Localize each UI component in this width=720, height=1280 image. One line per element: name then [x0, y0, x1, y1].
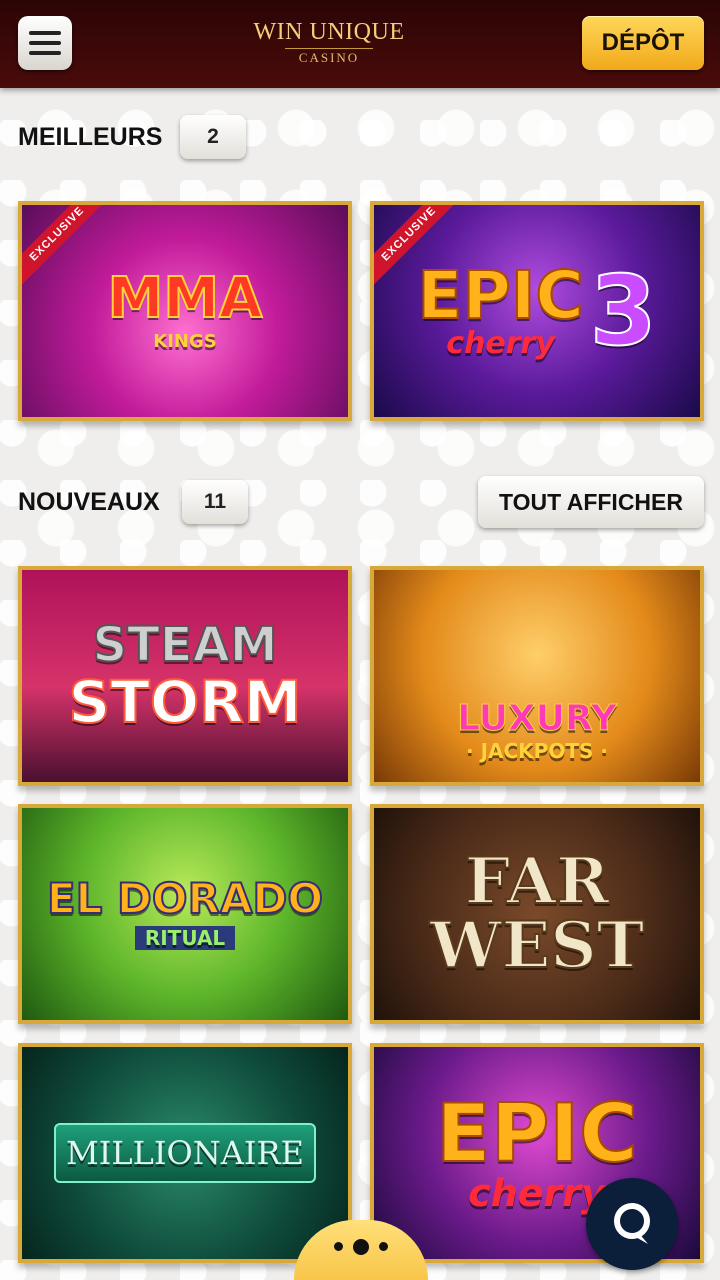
- game-title: EPIC: [416, 257, 584, 334]
- game-subtitle: KINGS: [153, 331, 217, 352]
- game-subtitle: STORM: [67, 668, 302, 736]
- menu-button[interactable]: [18, 16, 72, 70]
- game-title: FAR: [464, 844, 611, 919]
- game-tile-luxury-jackpots[interactable]: LUXURY · JACKPOTS ·: [370, 566, 704, 786]
- view-all-button[interactable]: TOUT AFFICHER: [478, 476, 704, 528]
- game-title: STEAM: [91, 617, 278, 673]
- game-title: LUXURY: [457, 698, 618, 739]
- game-title: EPIC: [435, 1087, 639, 1180]
- game-title: MMA: [107, 266, 264, 331]
- chat-button[interactable]: [586, 1178, 678, 1270]
- dot-icon: [334, 1242, 343, 1251]
- dot-icon: [353, 1239, 369, 1255]
- game-subtitle: RITUAL: [134, 926, 236, 950]
- site-logo[interactable]: WIN UNIQUE CASINO: [244, 16, 414, 72]
- hamburger-icon: [29, 31, 61, 35]
- game-subtitle: · JACKPOTS ·: [466, 739, 608, 763]
- top-header: WIN UNIQUE CASINO DÉPÔT: [0, 0, 720, 88]
- dot-icon: [379, 1242, 388, 1251]
- game-subtitle: WEST: [429, 908, 645, 983]
- game-tile-steam-storm[interactable]: STEAM STORM: [18, 566, 352, 786]
- deposit-button[interactable]: DÉPÔT: [582, 16, 704, 70]
- game-tile-epic-cherry-3[interactable]: EXCLUSIVE EPIC cherry 3: [370, 201, 704, 421]
- logo-subtext: CASINO: [284, 48, 374, 67]
- section-title-new: NOUVEAUX: [18, 488, 160, 516]
- exclusive-ribbon: EXCLUSIVE: [22, 205, 111, 288]
- game-number: 3: [589, 255, 658, 367]
- new-count-badge: 11: [182, 480, 248, 524]
- game-tile-millionaire[interactable]: MILLIONAIRE: [18, 1043, 352, 1263]
- best-count-badge: 2: [180, 115, 246, 159]
- game-tile-el-dorado-ritual[interactable]: EL DORADO RITUAL: [18, 804, 352, 1024]
- game-title: EL DORADO: [46, 874, 324, 923]
- game-tile-far-west[interactable]: FAR WEST: [370, 804, 704, 1024]
- logo-text: WIN UNIQUE: [253, 19, 405, 45]
- game-title: MILLIONAIRE: [66, 1134, 304, 1172]
- section-title-best: MEILLEURS: [18, 123, 163, 151]
- game-tile-mma-kings[interactable]: EXCLUSIVE MMA KINGS: [18, 201, 352, 421]
- chat-bubble-icon: [614, 1203, 650, 1244]
